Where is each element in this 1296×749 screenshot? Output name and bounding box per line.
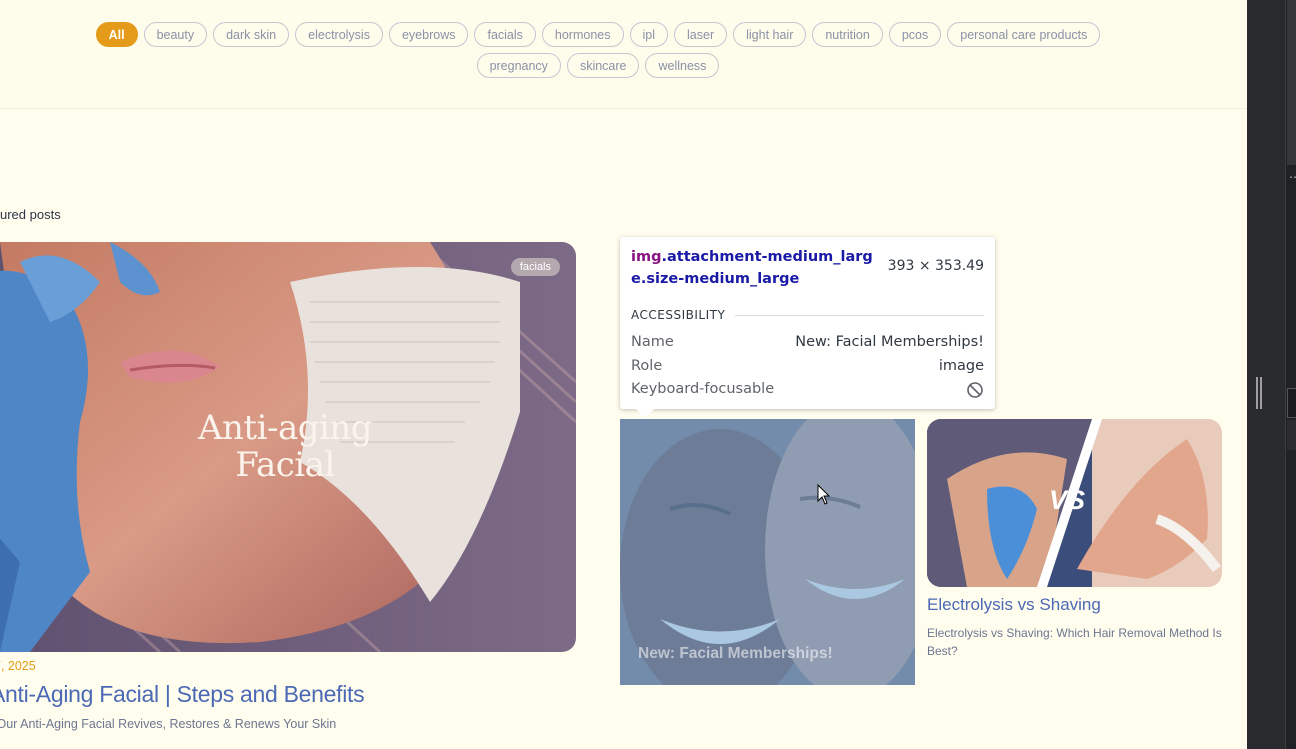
filter-tag-nutrition[interactable]: nutrition — [812, 22, 883, 47]
not-allowed-icon — [967, 382, 983, 398]
tooltip-row-label: Keyboard-focusable — [631, 381, 775, 397]
tooltip-row-label: Role — [631, 358, 663, 374]
devtools-pane-stub — [1287, 420, 1296, 450]
hero-image-title-line1: Anti-aging — [197, 408, 373, 448]
hero-post-title-link[interactable]: Anti-Aging Facial | Steps and Benefits — [0, 681, 365, 708]
category-filter-bar: All beauty dark skin electrolysis eyebro… — [0, 0, 1247, 109]
electrolysis-vs-shaving-image[interactable]: VS — [927, 419, 1222, 587]
filter-tag-beauty[interactable]: beauty — [143, 22, 208, 47]
devtools-more-icon[interactable]: ⋯ — [1289, 170, 1296, 184]
filter-tag-laser[interactable]: laser — [674, 22, 728, 47]
filter-tag-skincare[interactable]: skincare — [566, 53, 640, 78]
tooltip-selector: img.attachment-medium_large.size-medium_… — [631, 246, 883, 290]
filter-tag-wellness[interactable]: wellness — [645, 53, 720, 78]
filter-tag-pcos[interactable]: pcos — [888, 22, 942, 47]
hero-post-image[interactable]: facials Anti-aging Facial — [0, 242, 576, 652]
devtools-resize-handle[interactable] — [1256, 377, 1262, 409]
filter-tag-pregnancy[interactable]: pregnancy — [476, 53, 561, 78]
page: All beauty dark skin electrolysis eyebro… — [0, 0, 1247, 749]
vs-overlay-text: VS — [1049, 485, 1086, 515]
tooltip-row-value: New: Facial Memberships! — [795, 334, 984, 350]
filter-tag-facials[interactable]: facials — [474, 22, 536, 47]
tooltip-row-label: Name — [631, 334, 674, 350]
tooltip-class-name: .attachment-medium_large.size-medium_lar… — [631, 249, 873, 287]
devtools-inspect-tooltip: img.attachment-medium_large.size-medium_… — [620, 237, 995, 418]
hero-post-excerpt: w Our Anti-Aging Facial Revives, Restore… — [0, 717, 337, 731]
filter-tag-light-hair[interactable]: light hair — [733, 22, 807, 47]
filter-tag-dark-skin[interactable]: dark skin — [213, 22, 290, 47]
tooltip-row-value: image — [938, 358, 984, 374]
electrolysis-post-title-link[interactable]: Electrolysis vs Shaving — [927, 595, 1101, 615]
hero-image-title-line2: Facial — [235, 445, 335, 485]
tooltip-row-name: Name New: Facial Memberships! — [631, 334, 984, 350]
hero-image-title: Anti-aging Facial — [140, 410, 430, 484]
devtools-toolbar-strip — [1287, 0, 1296, 165]
filter-tag-hormones[interactable]: hormones — [541, 22, 624, 47]
tooltip-tag-name: img — [631, 249, 662, 265]
featured-posts-heading: ured posts — [0, 207, 61, 222]
filter-tag-eyebrows[interactable]: eyebrows — [388, 22, 469, 47]
devtools-input-stub[interactable] — [1287, 388, 1296, 418]
filter-tag-ipl[interactable]: ipl — [629, 22, 669, 47]
promo-facial-memberships-image[interactable]: New: Facial Memberships! — [620, 419, 915, 685]
mouse-cursor-icon — [817, 484, 831, 505]
filter-tag-personal-care-products[interactable]: personal care products — [947, 22, 1101, 47]
tooltip-row-keyboard-focusable: Keyboard-focusable — [631, 381, 984, 399]
hero-category-badge[interactable]: facials — [510, 258, 560, 276]
tooltip-divider — [735, 314, 984, 316]
filter-row-2: pregnancy skincare wellness — [0, 53, 1196, 78]
tooltip-section-label: ACCESSIBILITY — [631, 308, 726, 322]
filter-row-1: All beauty dark skin electrolysis eyebro… — [0, 22, 1196, 47]
tooltip-dimensions: 393 × 353.49 — [887, 258, 984, 274]
tooltip-accessibility-heading: ACCESSIBILITY — [631, 308, 984, 322]
hero-post-date: 7, 2025 — [0, 659, 36, 673]
electrolysis-post-excerpt: Electrolysis vs Shaving: Which Hair Remo… — [927, 626, 1222, 658]
filter-tag-all[interactable]: All — [95, 22, 138, 47]
filter-tag-electrolysis[interactable]: electrolysis — [295, 22, 383, 47]
promo-image-text: New: Facial Memberships! — [638, 645, 833, 662]
tooltip-row-role: Role image — [631, 358, 984, 374]
